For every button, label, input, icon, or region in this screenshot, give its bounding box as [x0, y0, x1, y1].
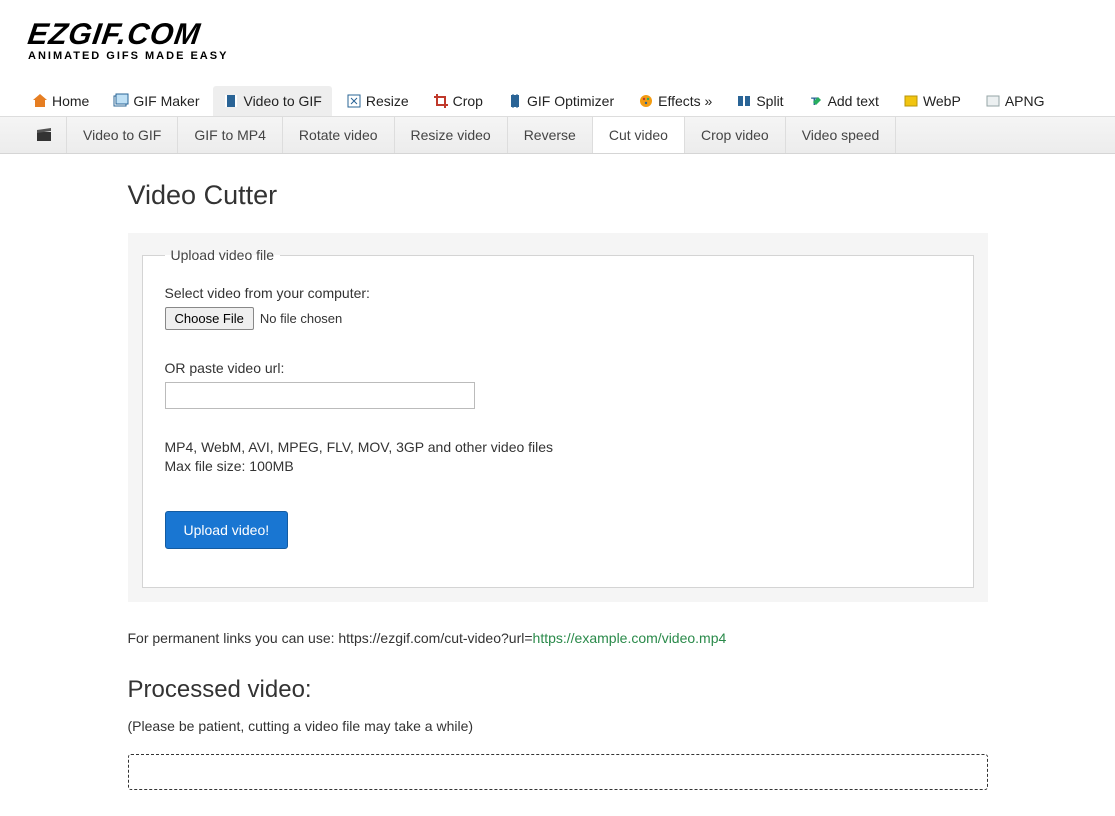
home-icon — [32, 93, 48, 109]
page-title: Video Cutter — [128, 180, 988, 211]
webp-icon — [903, 93, 919, 109]
nav-webp[interactable]: WebP — [893, 86, 971, 116]
choose-file-button[interactable]: Choose File — [165, 307, 254, 330]
text-icon: T — [808, 93, 824, 109]
subnav-rotate-video[interactable]: Rotate video — [283, 117, 395, 153]
supported-formats-text: MP4, WebM, AVI, MPEG, FLV, MOV, 3GP and … — [165, 439, 951, 455]
upload-fieldset: Upload video file Select video from your… — [142, 247, 974, 588]
nav-webp-label: WebP — [923, 93, 961, 109]
film-icon — [223, 93, 239, 109]
main-nav: Home GIF Maker Video to GIF Resize Crop … — [0, 86, 1115, 117]
nav-effects-label: Effects » — [658, 93, 712, 109]
file-status-text: No file chosen — [260, 311, 342, 326]
nav-apng-label: APNG — [1005, 93, 1045, 109]
nav-gif-maker[interactable]: GIF Maker — [103, 86, 209, 116]
split-icon — [736, 93, 752, 109]
nav-resize-label: Resize — [366, 93, 409, 109]
nav-video-to-gif-label: Video to GIF — [243, 93, 321, 109]
resize-icon — [346, 93, 362, 109]
compress-icon — [507, 93, 523, 109]
main-content: Video Cutter Upload video file Select vi… — [118, 154, 998, 816]
clapperboard-icon — [36, 127, 52, 143]
processed-output-box — [128, 754, 988, 790]
subnav-video-to-gif[interactable]: Video to GIF — [67, 117, 178, 153]
palette-icon — [638, 93, 654, 109]
nav-split-label: Split — [756, 93, 783, 109]
processed-heading: Processed video: — [128, 676, 988, 704]
permalink-note: For permanent links you can use: https:/… — [128, 630, 988, 646]
subnav-cut-video[interactable]: Cut video — [593, 117, 685, 153]
frames-icon — [113, 93, 129, 109]
nav-split[interactable]: Split — [726, 86, 793, 116]
subnav-resize-video[interactable]: Resize video — [395, 117, 508, 153]
logo-text: EZGIF.COM — [26, 18, 203, 52]
nav-gif-optimizer[interactable]: GIF Optimizer — [497, 86, 624, 116]
nav-crop[interactable]: Crop — [423, 86, 493, 116]
nav-add-text[interactable]: T Add text — [798, 86, 889, 116]
max-size-text: Max file size: 100MB — [165, 458, 951, 474]
nav-home[interactable]: Home — [22, 86, 99, 116]
nav-resize[interactable]: Resize — [336, 86, 419, 116]
permalink-example-link[interactable]: https://example.com/video.mp4 — [533, 630, 727, 646]
subnav-reverse[interactable]: Reverse — [508, 117, 593, 153]
site-header: EZGIF.COM ANIMATED GIFS MADE EASY — [0, 0, 1115, 70]
apng-icon — [985, 93, 1001, 109]
sub-nav-category-icon-cell — [22, 117, 67, 153]
video-url-input[interactable] — [165, 382, 475, 409]
nav-crop-label: Crop — [453, 93, 483, 109]
nav-effects[interactable]: Effects » — [628, 86, 722, 116]
upload-area: Upload video file Select video from your… — [128, 233, 988, 602]
crop-icon — [433, 93, 449, 109]
nav-gif-optimizer-label: GIF Optimizer — [527, 93, 614, 109]
or-url-label: OR paste video url: — [165, 360, 951, 376]
select-video-label: Select video from your computer: — [165, 285, 951, 301]
upload-video-button[interactable]: Upload video! — [165, 511, 289, 549]
sub-nav: Video to GIF GIF to MP4 Rotate video Res… — [0, 117, 1115, 154]
nav-home-label: Home — [52, 93, 89, 109]
permalink-prefix: For permanent links you can use: https:/… — [128, 630, 533, 646]
nav-video-to-gif[interactable]: Video to GIF — [213, 86, 331, 116]
nav-gif-maker-label: GIF Maker — [133, 93, 199, 109]
patience-note: (Please be patient, cutting a video file… — [128, 718, 988, 734]
upload-legend: Upload video file — [165, 247, 281, 263]
nav-add-text-label: Add text — [828, 93, 879, 109]
nav-apng[interactable]: APNG — [975, 86, 1055, 116]
subnav-crop-video[interactable]: Crop video — [685, 117, 786, 153]
file-input-row: Choose File No file chosen — [165, 307, 951, 330]
subnav-video-speed[interactable]: Video speed — [786, 117, 897, 153]
logo[interactable]: EZGIF.COM ANIMATED GIFS MADE EASY — [28, 18, 228, 62]
subnav-gif-to-mp4[interactable]: GIF to MP4 — [178, 117, 283, 153]
